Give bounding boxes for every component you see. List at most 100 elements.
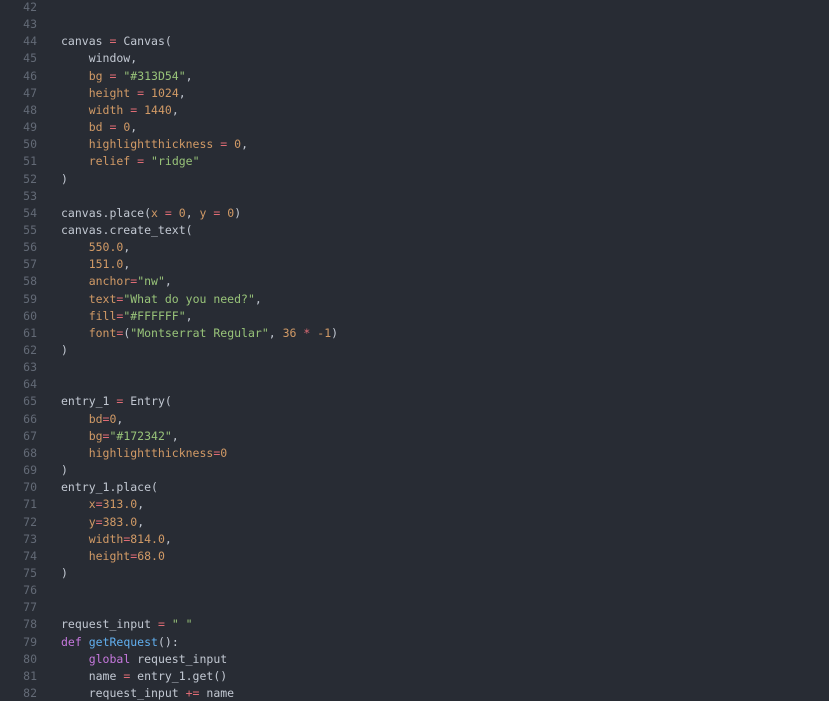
code-token: y: [61, 515, 96, 529]
code-token: highlightthickness: [61, 137, 221, 151]
code-line[interactable]: highlightthickness=0: [61, 445, 228, 462]
code-line[interactable]: 550.0,: [61, 239, 131, 256]
code-token: =: [157, 617, 165, 631]
code-token: x: [61, 497, 96, 511]
code-token: Canvas(: [116, 34, 172, 48]
line-number: 73: [23, 532, 37, 546]
code-line[interactable]: fill="#FFFFFF",: [61, 308, 193, 325]
code-token: =: [164, 206, 172, 220]
code-token: ,: [171, 429, 179, 443]
code-token: ,: [164, 532, 172, 546]
code-line[interactable]: anchor="nw",: [61, 273, 172, 290]
code-line[interactable]: ): [61, 565, 68, 582]
line-number: 78: [23, 617, 37, 631]
code-token: height: [61, 86, 138, 100]
code-token: ,: [171, 103, 179, 117]
code-token: ,: [185, 309, 193, 323]
line-number: 54: [23, 206, 37, 220]
code-line[interactable]: ): [61, 342, 68, 359]
code-line[interactable]: font=("Montserrat Regular", 36 * -1): [61, 325, 338, 342]
code-token: fill: [61, 309, 117, 323]
code-line[interactable]: relief = "ridge": [61, 153, 200, 170]
line-number: 44: [23, 34, 37, 48]
code-token: 550.0: [88, 240, 124, 254]
code-token: canvas.place(: [61, 206, 152, 220]
code-line[interactable]: bg="#172342",: [61, 428, 179, 445]
code-token: " ": [171, 617, 193, 631]
code-line[interactable]: bd=0,: [61, 411, 124, 428]
code-line[interactable]: request_input += name: [61, 685, 234, 701]
code-token: "ridge": [151, 154, 200, 168]
line-number: 43: [23, 17, 37, 31]
line-number: 68: [23, 446, 37, 460]
code-line[interactable]: x=313.0,: [61, 496, 144, 513]
code-line[interactable]: ): [61, 171, 68, 188]
line-number: 56: [23, 240, 37, 254]
line-number: 64: [23, 377, 37, 391]
code-token: x: [151, 206, 165, 220]
code-token: entry_1.get(): [130, 669, 228, 683]
code-token: ,: [137, 497, 145, 511]
code-token: ,: [185, 206, 200, 220]
code-token: bg: [61, 69, 110, 83]
code-token: name: [199, 686, 235, 700]
code-token: request_input: [61, 617, 158, 631]
code-token: ): [61, 343, 68, 357]
code-token: 383.0: [102, 515, 138, 529]
code-line[interactable]: ): [61, 462, 68, 479]
code-line[interactable]: bg = "#313D54",: [61, 68, 193, 85]
code-line[interactable]: width = 1440,: [61, 102, 179, 119]
code-area[interactable]: canvas = Canvas( window, bg = "#313D54",…: [61, 0, 829, 701]
code-line[interactable]: height=68.0: [61, 548, 165, 565]
code-token: ,: [123, 257, 131, 271]
code-token: ,: [254, 292, 262, 306]
code-line[interactable]: entry_1.place(: [61, 479, 158, 496]
code-token: request_input: [61, 686, 186, 700]
code-line[interactable]: canvas = Canvas(: [61, 33, 172, 50]
code-token: anchor: [61, 274, 131, 288]
code-line[interactable]: height = 1024,: [61, 85, 186, 102]
code-line[interactable]: def getRequest():: [61, 634, 179, 651]
line-number: 79: [23, 635, 37, 649]
code-line[interactable]: bd = 0,: [61, 119, 138, 136]
line-number: 61: [23, 326, 37, 340]
line-number: 48: [23, 103, 37, 117]
code-token: bd: [61, 412, 103, 426]
code-line[interactable]: request_input = " ": [61, 616, 193, 633]
code-token: highlightthickness: [61, 446, 214, 460]
code-token: ): [61, 566, 68, 580]
code-token: y: [199, 206, 214, 220]
line-number: 42: [23, 0, 37, 14]
code-token: def: [61, 635, 82, 649]
code-line[interactable]: width=814.0,: [61, 531, 172, 548]
code-line[interactable]: entry_1 = Entry(: [61, 393, 172, 410]
line-number: 70: [23, 480, 37, 494]
code-line[interactable]: name = entry_1.get(): [61, 668, 228, 685]
code-token: 68.0: [137, 549, 165, 563]
code-editor[interactable]: 42 43 44 45 46 47 48 49 50 51 52 53 54 55 56 57 58 59 60 61…: [0, 0, 829, 701]
line-number: 55: [23, 223, 37, 237]
code-token: getRequest: [88, 635, 158, 649]
code-line[interactable]: canvas.place(x = 0, y = 0): [61, 205, 241, 222]
code-line[interactable]: global request_input: [61, 651, 227, 668]
code-token: ): [61, 172, 68, 186]
line-number: 62: [23, 343, 37, 357]
code-token: 313.0: [102, 497, 138, 511]
code-token: 1024: [151, 86, 179, 100]
code-token: entry_1.place(: [61, 480, 158, 494]
code-line[interactable]: y=383.0,: [61, 514, 144, 531]
line-number: 63: [23, 360, 37, 374]
line-number: 67: [23, 429, 37, 443]
code-line[interactable]: window,: [61, 50, 137, 67]
code-token: ,: [164, 274, 172, 288]
code-line[interactable]: 151.0,: [61, 256, 131, 273]
line-number: 47: [23, 86, 37, 100]
code-line[interactable]: text="What do you need?",: [61, 291, 262, 308]
code-line[interactable]: highlightthickness = 0,: [61, 136, 248, 153]
line-number: 59: [23, 292, 37, 306]
code-line[interactable]: canvas.create_text(: [61, 222, 193, 239]
